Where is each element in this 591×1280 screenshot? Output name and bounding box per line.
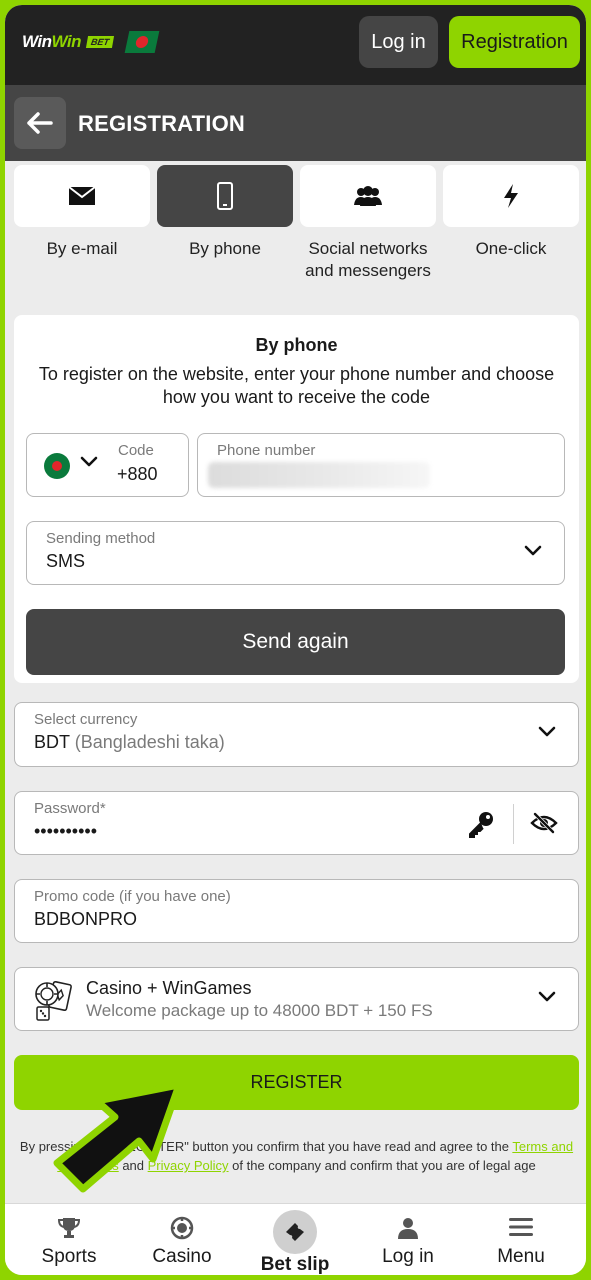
password-value: ••••••••••	[34, 821, 98, 841]
nav-bet-slip[interactable]: Bet slip	[237, 1204, 353, 1275]
blurred-phone-value	[208, 462, 430, 488]
currency-select[interactable]: Select currency BDT (Bangladeshi taka)	[14, 702, 579, 767]
users-icon	[354, 186, 382, 206]
promo-value: BDBONPRO	[34, 909, 138, 929]
chevron-down-icon	[524, 545, 542, 556]
arrow-left-icon	[27, 112, 53, 134]
trophy-icon	[57, 1218, 81, 1238]
tab-label: By e-mail	[46, 239, 118, 258]
bangladesh-flag-icon	[44, 453, 70, 479]
nav-menu[interactable]: Menu	[463, 1204, 579, 1275]
casino-chip-icon	[170, 1216, 194, 1240]
key-icon[interactable]	[467, 810, 495, 838]
phone-label: Phone number	[217, 442, 316, 459]
nav-label: Menu	[497, 1246, 545, 1267]
tab-by-email[interactable]: By e-mail	[14, 165, 150, 260]
tab-label: By phone	[189, 239, 261, 258]
card-description: To register on the website, enter your p…	[38, 364, 555, 407]
app-frame: WinWin BET Log in Registration REGISTRAT…	[0, 0, 591, 1280]
password-field[interactable]: Password* ••••••••••	[14, 791, 579, 855]
top-header: WinWin BET Log in Registration	[5, 5, 586, 85]
pointer-arrow-icon	[53, 1081, 183, 1193]
bottom-navigation: Sports Casino Bet slip Log in Menu	[5, 1203, 586, 1275]
registration-button[interactable]: Registration	[449, 16, 580, 68]
eye-off-icon[interactable]	[530, 811, 558, 835]
currency-label: Select currency	[34, 711, 138, 728]
logo-bet-badge: BET	[85, 36, 115, 48]
nav-login[interactable]: Log in	[350, 1204, 466, 1275]
chevron-down-icon	[538, 991, 556, 1002]
promo-code-input[interactable]: Promo code (if you have one) BDBONPRO	[14, 879, 579, 943]
card-title: By phone	[255, 335, 338, 355]
chevron-down-icon	[80, 456, 98, 467]
nav-sports[interactable]: Sports	[11, 1204, 127, 1275]
currency-name: (Bangladeshi taka)	[74, 732, 225, 752]
registration-bar: REGISTRATION	[5, 85, 586, 161]
tab-label: Social networks and messengers	[305, 239, 431, 280]
lightning-icon	[504, 184, 518, 208]
envelope-icon	[68, 186, 96, 205]
nav-casino[interactable]: Casino	[124, 1204, 240, 1275]
back-button[interactable]	[14, 97, 66, 149]
nav-label: Sports	[41, 1246, 97, 1267]
user-icon	[398, 1218, 418, 1239]
tab-label: One-click	[475, 239, 547, 258]
bonus-title: Casino + WinGames	[86, 978, 252, 998]
nav-label: Casino	[152, 1246, 212, 1267]
tab-social-networks[interactable]: Social networks and messengers	[300, 165, 436, 282]
bonus-select[interactable]: Casino + WinGames Welcome package up to …	[14, 967, 579, 1031]
phone-number-input[interactable]: Phone number	[197, 433, 565, 497]
tab-one-click[interactable]: One-click	[443, 165, 579, 260]
currency-code: BDT	[34, 732, 70, 752]
code-label: Code	[118, 442, 154, 459]
chevron-down-icon	[538, 726, 556, 737]
page-title: REGISTRATION	[78, 111, 245, 136]
phone-registration-card: By phone To register on the website, ent…	[14, 315, 579, 683]
brand-logo[interactable]: WinWin BET	[22, 31, 160, 53]
code-value: +880	[117, 464, 158, 484]
bangladesh-flag-icon	[124, 31, 160, 53]
login-button[interactable]: Log in	[359, 16, 438, 68]
bonus-subtitle: Welcome package up to 48000 BDT + 150 FS	[86, 1001, 433, 1020]
nav-label: Log in	[382, 1246, 434, 1267]
menu-icon	[509, 1218, 533, 1236]
registration-method-tabs: By e-mail By phone Social networks and m…	[14, 165, 580, 295]
phone-icon	[217, 182, 233, 210]
promo-label: Promo code (if you have one)	[34, 888, 231, 905]
send-again-button[interactable]: Send again	[26, 609, 565, 675]
method-label: Sending method	[46, 530, 156, 547]
method-value: SMS	[46, 551, 86, 571]
tab-by-phone[interactable]: By phone	[157, 165, 293, 260]
password-label: Password*	[34, 800, 106, 817]
ticket-icon	[286, 1223, 304, 1241]
casino-cards-icon	[35, 980, 72, 1021]
sending-method-select[interactable]: Sending method SMS	[26, 521, 565, 585]
divider	[513, 804, 514, 844]
nav-label: Bet slip	[260, 1254, 330, 1275]
country-code-select[interactable]: Code +880	[26, 433, 189, 497]
